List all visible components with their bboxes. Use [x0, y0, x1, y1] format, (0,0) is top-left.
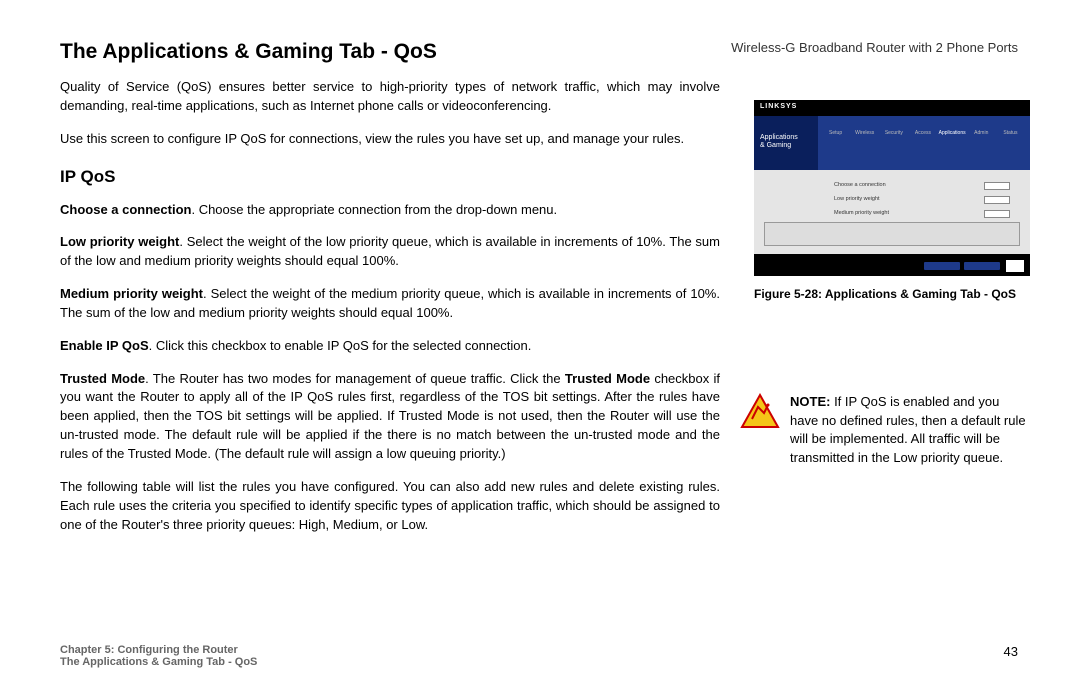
subheading-ipqos: IP QoS	[60, 167, 720, 187]
enable-label: Enable IP QoS	[60, 338, 149, 353]
note-box: NOTE: If IP QoS is enabled and you have …	[740, 393, 1030, 468]
product-header: Wireless-G Broadband Router with 2 Phone…	[731, 40, 1018, 55]
med-label: Medium priority weight	[60, 286, 203, 301]
low-label: Low priority weight	[60, 234, 179, 249]
enable-text: . Click this checkbox to enable IP QoS f…	[149, 338, 532, 353]
note-text: NOTE: If IP QoS is enabled and you have …	[790, 393, 1030, 468]
figure-caption: Figure 5-28: Applications & Gaming Tab -…	[740, 286, 1030, 303]
warning-icon	[740, 393, 780, 429]
footer-section: The Applications & Gaming Tab - QoS	[60, 656, 1018, 668]
figure-logo: LINKSYS	[754, 100, 1030, 116]
footer-chapter: Chapter 5: Configuring the Router	[60, 644, 1018, 656]
intro-paragraph-1: Quality of Service (QoS) ensures better …	[60, 78, 720, 116]
main-content: Quality of Service (QoS) ensures better …	[60, 78, 720, 548]
figure-screenshot: LINKSYS Applications & Gaming Setup Wire…	[754, 100, 1030, 276]
choose-label: Choose a connection	[60, 202, 191, 217]
trusted-mode-para: Trusted Mode. The Router has two modes f…	[60, 370, 720, 464]
choose-connection-para: Choose a connection. Choose the appropri…	[60, 201, 720, 220]
enable-ipqos-para: Enable IP QoS. Click this checkbox to en…	[60, 337, 720, 356]
page-footer: Chapter 5: Configuring the Router The Ap…	[60, 644, 1018, 668]
page-number: 43	[1004, 644, 1018, 659]
choose-text: . Choose the appropriate connection from…	[191, 202, 557, 217]
low-priority-para: Low priority weight. Select the weight o…	[60, 233, 720, 271]
figure-sidebar: Applications & Gaming	[754, 116, 818, 170]
trusted-mid: Trusted Mode	[565, 371, 650, 386]
trusted-label: Trusted Mode	[60, 371, 145, 386]
note-label: NOTE:	[790, 394, 830, 409]
table-description-para: The following table will list the rules …	[60, 478, 720, 535]
trusted-pre: . The Router has two modes for managemen…	[145, 371, 565, 386]
medium-priority-para: Medium priority weight. Select the weigh…	[60, 285, 720, 323]
intro-paragraph-2: Use this screen to configure IP QoS for …	[60, 130, 720, 149]
